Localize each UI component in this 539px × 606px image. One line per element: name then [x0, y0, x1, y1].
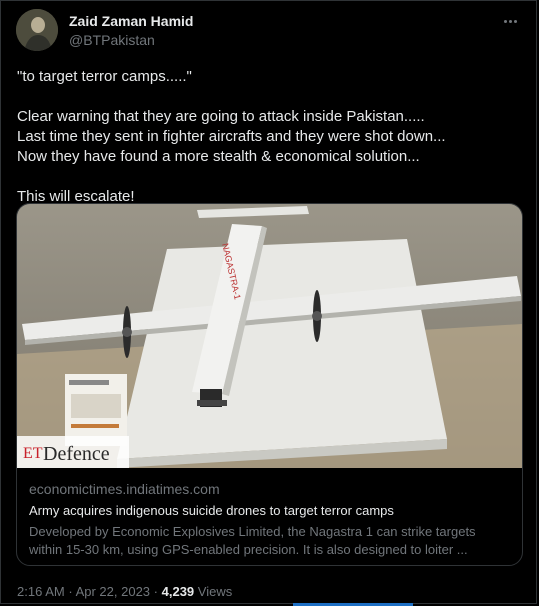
tweet-time[interactable]: 2:16 AM [17, 584, 65, 599]
tweet-line: "to target terror camps....." [17, 68, 192, 85]
separator: · [153, 584, 158, 599]
avatar-photo [16, 9, 58, 51]
card-meta: economictimes.indiatimes.com Army acquir… [29, 480, 511, 559]
article-image: NAGASTRA-1 ET Defence [17, 204, 522, 468]
author-handle[interactable]: @BTPakistan [69, 32, 155, 48]
card-headline[interactable]: Army acquires indigenous suicide drones … [29, 502, 511, 520]
tweet-line: Clear warning that they are going to att… [17, 108, 425, 125]
tweet-footer: 2:16 AM · Apr 22, 2023 · 4,239 Views [17, 584, 232, 599]
tweet: Zaid Zaman Hamid @BTPakistan "to target … [0, 0, 537, 604]
tweet-text: "to target terror camps....." Clear warn… [17, 67, 522, 207]
et-watermark: ET [23, 445, 43, 462]
card-description: Developed by Economic Explosives Limited… [29, 524, 476, 557]
tweet-line: Now they have found a more stealth & eco… [17, 148, 420, 165]
avatar[interactable] [16, 9, 58, 51]
views-label: Views [197, 584, 233, 599]
author-name[interactable]: Zaid Zaman Hamid [69, 13, 193, 29]
link-card[interactable]: NAGASTRA-1 ET Defence economictimes.indi… [16, 203, 523, 566]
tweet-line: Last time they sent in fighter aircrafts… [17, 128, 446, 145]
tweet-date[interactable]: Apr 22, 2023 [76, 584, 150, 599]
more-options-icon[interactable] [500, 11, 520, 31]
views-count[interactable]: 4,239 [162, 584, 195, 599]
defence-watermark: Defence [43, 443, 110, 465]
card-domain[interactable]: economictimes.indiatimes.com [29, 480, 511, 498]
separator: · [68, 584, 73, 599]
